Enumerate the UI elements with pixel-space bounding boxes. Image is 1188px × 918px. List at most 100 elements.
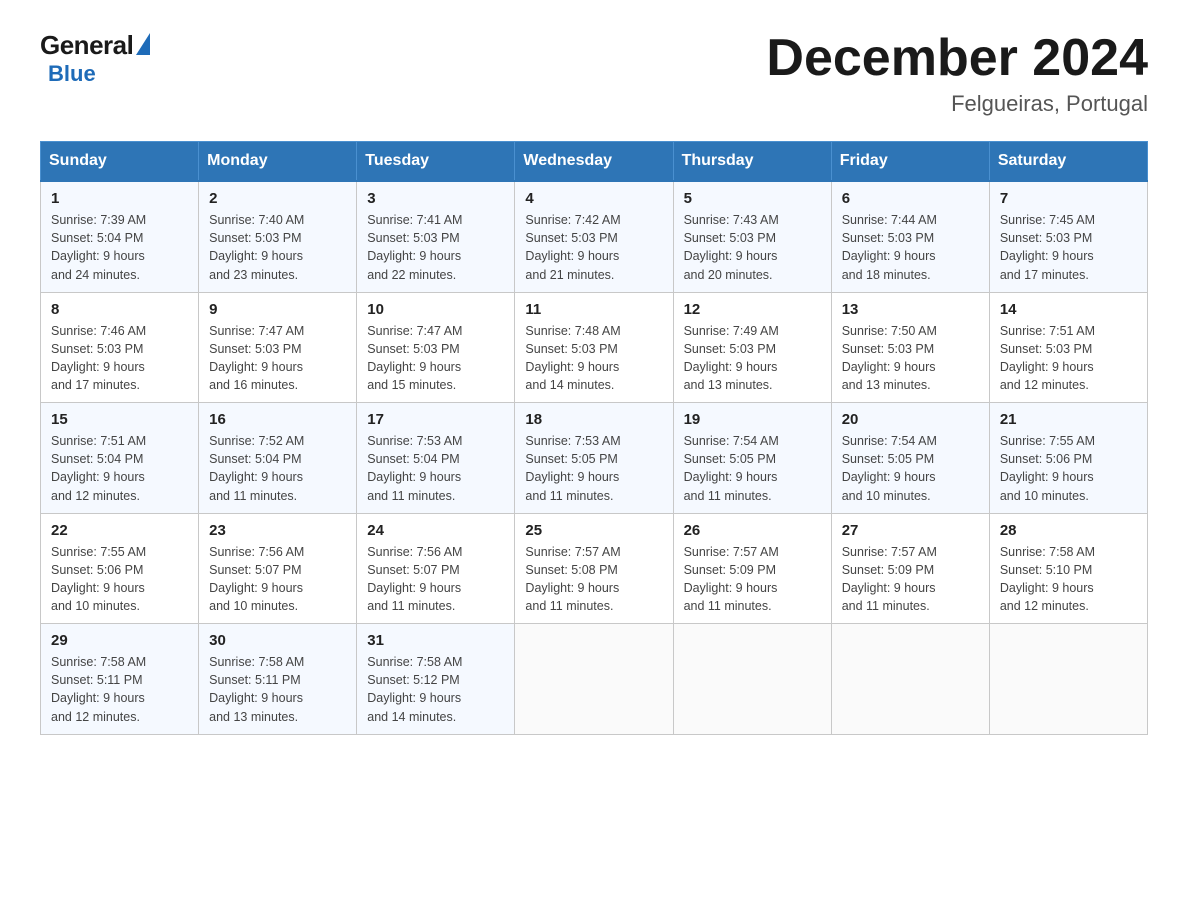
calendar-cell: 29 Sunrise: 7:58 AMSunset: 5:11 PMDayligh…	[41, 624, 199, 735]
header-wednesday: Wednesday	[515, 142, 673, 182]
day-info: Sunrise: 7:47 AMSunset: 5:03 PMDaylight:…	[367, 322, 504, 395]
calendar-cell: 3 Sunrise: 7:41 AMSunset: 5:03 PMDaylight…	[357, 181, 515, 292]
calendar-cell: 17 Sunrise: 7:53 AMSunset: 5:04 PMDayligh…	[357, 403, 515, 514]
header-monday: Monday	[199, 142, 357, 182]
day-number: 6	[842, 190, 979, 207]
calendar-cell: 2 Sunrise: 7:40 AMSunset: 5:03 PMDaylight…	[199, 181, 357, 292]
day-number: 4	[525, 190, 662, 207]
calendar-cell: 7 Sunrise: 7:45 AMSunset: 5:03 PMDaylight…	[989, 181, 1147, 292]
calendar-cell: 10 Sunrise: 7:47 AMSunset: 5:03 PMDayligh…	[357, 292, 515, 403]
calendar-body: 1Sunrise: 7:39 AMSunset: 5:04 PMDaylight…	[41, 181, 1148, 734]
calendar-cell: 28 Sunrise: 7:58 AMSunset: 5:10 PMDayligh…	[989, 513, 1147, 624]
day-number: 16	[209, 411, 346, 428]
day-info: Sunrise: 7:56 AMSunset: 5:07 PMDaylight:…	[209, 543, 346, 616]
day-number: 17	[367, 411, 504, 428]
day-number: 30	[209, 632, 346, 649]
day-number: 10	[367, 301, 504, 318]
day-info: Sunrise: 7:52 AMSunset: 5:04 PMDaylight:…	[209, 432, 346, 505]
calendar-cell: 25 Sunrise: 7:57 AMSunset: 5:08 PMDayligh…	[515, 513, 673, 624]
calendar-cell: 18 Sunrise: 7:53 AMSunset: 5:05 PMDayligh…	[515, 403, 673, 514]
day-info: Sunrise: 7:46 AMSunset: 5:03 PMDaylight:…	[51, 322, 188, 395]
header-friday: Friday	[831, 142, 989, 182]
calendar-cell: 22 Sunrise: 7:55 AMSunset: 5:06 PMDayligh…	[41, 513, 199, 624]
calendar-cell	[673, 624, 831, 735]
calendar-cell: 4Sunrise: 7:42 AMSunset: 5:03 PMDaylight…	[515, 181, 673, 292]
header-sunday: Sunday	[41, 142, 199, 182]
day-number: 19	[684, 411, 821, 428]
day-number: 28	[1000, 522, 1137, 539]
day-number: 29	[51, 632, 188, 649]
calendar-cell: 31Sunrise: 7:58 AMSunset: 5:12 PMDayligh…	[357, 624, 515, 735]
day-info: Sunrise: 7:48 AMSunset: 5:03 PMDaylight:…	[525, 322, 662, 395]
day-number: 7	[1000, 190, 1137, 207]
calendar-cell: 8 Sunrise: 7:46 AMSunset: 5:03 PMDaylight…	[41, 292, 199, 403]
day-info: Sunrise: 7:57 AMSunset: 5:09 PMDaylight:…	[684, 543, 821, 616]
header-tuesday: Tuesday	[357, 142, 515, 182]
day-number: 12	[684, 301, 821, 318]
day-info: Sunrise: 7:58 AMSunset: 5:11 PMDaylight:…	[209, 653, 346, 726]
day-info: Sunrise: 7:49 AMSunset: 5:03 PMDaylight:…	[684, 322, 821, 395]
day-number: 18	[525, 411, 662, 428]
day-info: Sunrise: 7:45 AMSunset: 5:03 PMDaylight:…	[1000, 211, 1137, 284]
logo-blue-text: Blue	[48, 61, 96, 87]
title-section: December 2024 Felgueiras, Portugal	[766, 30, 1148, 117]
day-number: 15	[51, 411, 188, 428]
day-number: 8	[51, 301, 188, 318]
day-info: Sunrise: 7:55 AMSunset: 5:06 PMDaylight:…	[1000, 432, 1137, 505]
header-row: SundayMondayTuesdayWednesdayThursdayFrid…	[41, 142, 1148, 182]
calendar-cell	[989, 624, 1147, 735]
day-number: 24	[367, 522, 504, 539]
day-info: Sunrise: 7:50 AMSunset: 5:03 PMDaylight:…	[842, 322, 979, 395]
header-saturday: Saturday	[989, 142, 1147, 182]
calendar-cell: 16 Sunrise: 7:52 AMSunset: 5:04 PMDayligh…	[199, 403, 357, 514]
day-number: 21	[1000, 411, 1137, 428]
day-number: 1	[51, 190, 188, 207]
calendar-cell: 24 Sunrise: 7:56 AMSunset: 5:07 PMDayligh…	[357, 513, 515, 624]
week-row-1: 1Sunrise: 7:39 AMSunset: 5:04 PMDaylight…	[41, 181, 1148, 292]
calendar-cell: 11 Sunrise: 7:48 AMSunset: 5:03 PMDayligh…	[515, 292, 673, 403]
logo-general-text: General	[40, 30, 133, 61]
day-info: Sunrise: 7:53 AMSunset: 5:04 PMDaylight:…	[367, 432, 504, 505]
day-info: Sunrise: 7:41 AMSunset: 5:03 PMDaylight:…	[367, 211, 504, 284]
day-info: Sunrise: 7:53 AMSunset: 5:05 PMDaylight:…	[525, 432, 662, 505]
day-info: Sunrise: 7:51 AMSunset: 5:03 PMDaylight:…	[1000, 322, 1137, 395]
calendar-cell: 9Sunrise: 7:47 AMSunset: 5:03 PMDaylight…	[199, 292, 357, 403]
day-info: Sunrise: 7:56 AMSunset: 5:07 PMDaylight:…	[367, 543, 504, 616]
calendar-cell	[831, 624, 989, 735]
week-row-5: 29 Sunrise: 7:58 AMSunset: 5:11 PMDayligh…	[41, 624, 1148, 735]
calendar-cell	[515, 624, 673, 735]
day-info: Sunrise: 7:57 AMSunset: 5:08 PMDaylight:…	[525, 543, 662, 616]
day-info: Sunrise: 7:58 AMSunset: 5:10 PMDaylight:…	[1000, 543, 1137, 616]
calendar-cell: 12 Sunrise: 7:49 AMSunset: 5:03 PMDayligh…	[673, 292, 831, 403]
logo: General Blue	[40, 30, 150, 87]
day-number: 14	[1000, 301, 1137, 318]
day-number: 5	[684, 190, 821, 207]
calendar-cell: 26 Sunrise: 7:57 AMSunset: 5:09 PMDayligh…	[673, 513, 831, 624]
day-info: Sunrise: 7:57 AMSunset: 5:09 PMDaylight:…	[842, 543, 979, 616]
logo-triangle-icon	[136, 33, 150, 55]
calendar-cell: 5 Sunrise: 7:43 AMSunset: 5:03 PMDaylight…	[673, 181, 831, 292]
day-number: 22	[51, 522, 188, 539]
calendar-cell: 14 Sunrise: 7:51 AMSunset: 5:03 PMDayligh…	[989, 292, 1147, 403]
day-number: 25	[525, 522, 662, 539]
day-number: 2	[209, 190, 346, 207]
day-info: Sunrise: 7:55 AMSunset: 5:06 PMDaylight:…	[51, 543, 188, 616]
day-info: Sunrise: 7:54 AMSunset: 5:05 PMDaylight:…	[842, 432, 979, 505]
calendar-cell: 15 Sunrise: 7:51 AMSunset: 5:04 PMDayligh…	[41, 403, 199, 514]
calendar-cell: 19 Sunrise: 7:54 AMSunset: 5:05 PMDayligh…	[673, 403, 831, 514]
day-info: Sunrise: 7:44 AMSunset: 5:03 PMDaylight:…	[842, 211, 979, 284]
day-info: Sunrise: 7:43 AMSunset: 5:03 PMDaylight:…	[684, 211, 821, 284]
day-info: Sunrise: 7:58 AMSunset: 5:11 PMDaylight:…	[51, 653, 188, 726]
day-info: Sunrise: 7:58 AMSunset: 5:12 PMDaylight:…	[367, 653, 504, 726]
day-info: Sunrise: 7:40 AMSunset: 5:03 PMDaylight:…	[209, 211, 346, 284]
day-info: Sunrise: 7:51 AMSunset: 5:04 PMDaylight:…	[51, 432, 188, 505]
day-number: 23	[209, 522, 346, 539]
day-number: 26	[684, 522, 821, 539]
day-number: 20	[842, 411, 979, 428]
day-info: Sunrise: 7:54 AMSunset: 5:05 PMDaylight:…	[684, 432, 821, 505]
calendar-cell: 6 Sunrise: 7:44 AMSunset: 5:03 PMDaylight…	[831, 181, 989, 292]
day-number: 11	[525, 301, 662, 318]
calendar-cell: 20 Sunrise: 7:54 AMSunset: 5:05 PMDayligh…	[831, 403, 989, 514]
day-number: 3	[367, 190, 504, 207]
calendar-table: SundayMondayTuesdayWednesdayThursdayFrid…	[40, 141, 1148, 735]
